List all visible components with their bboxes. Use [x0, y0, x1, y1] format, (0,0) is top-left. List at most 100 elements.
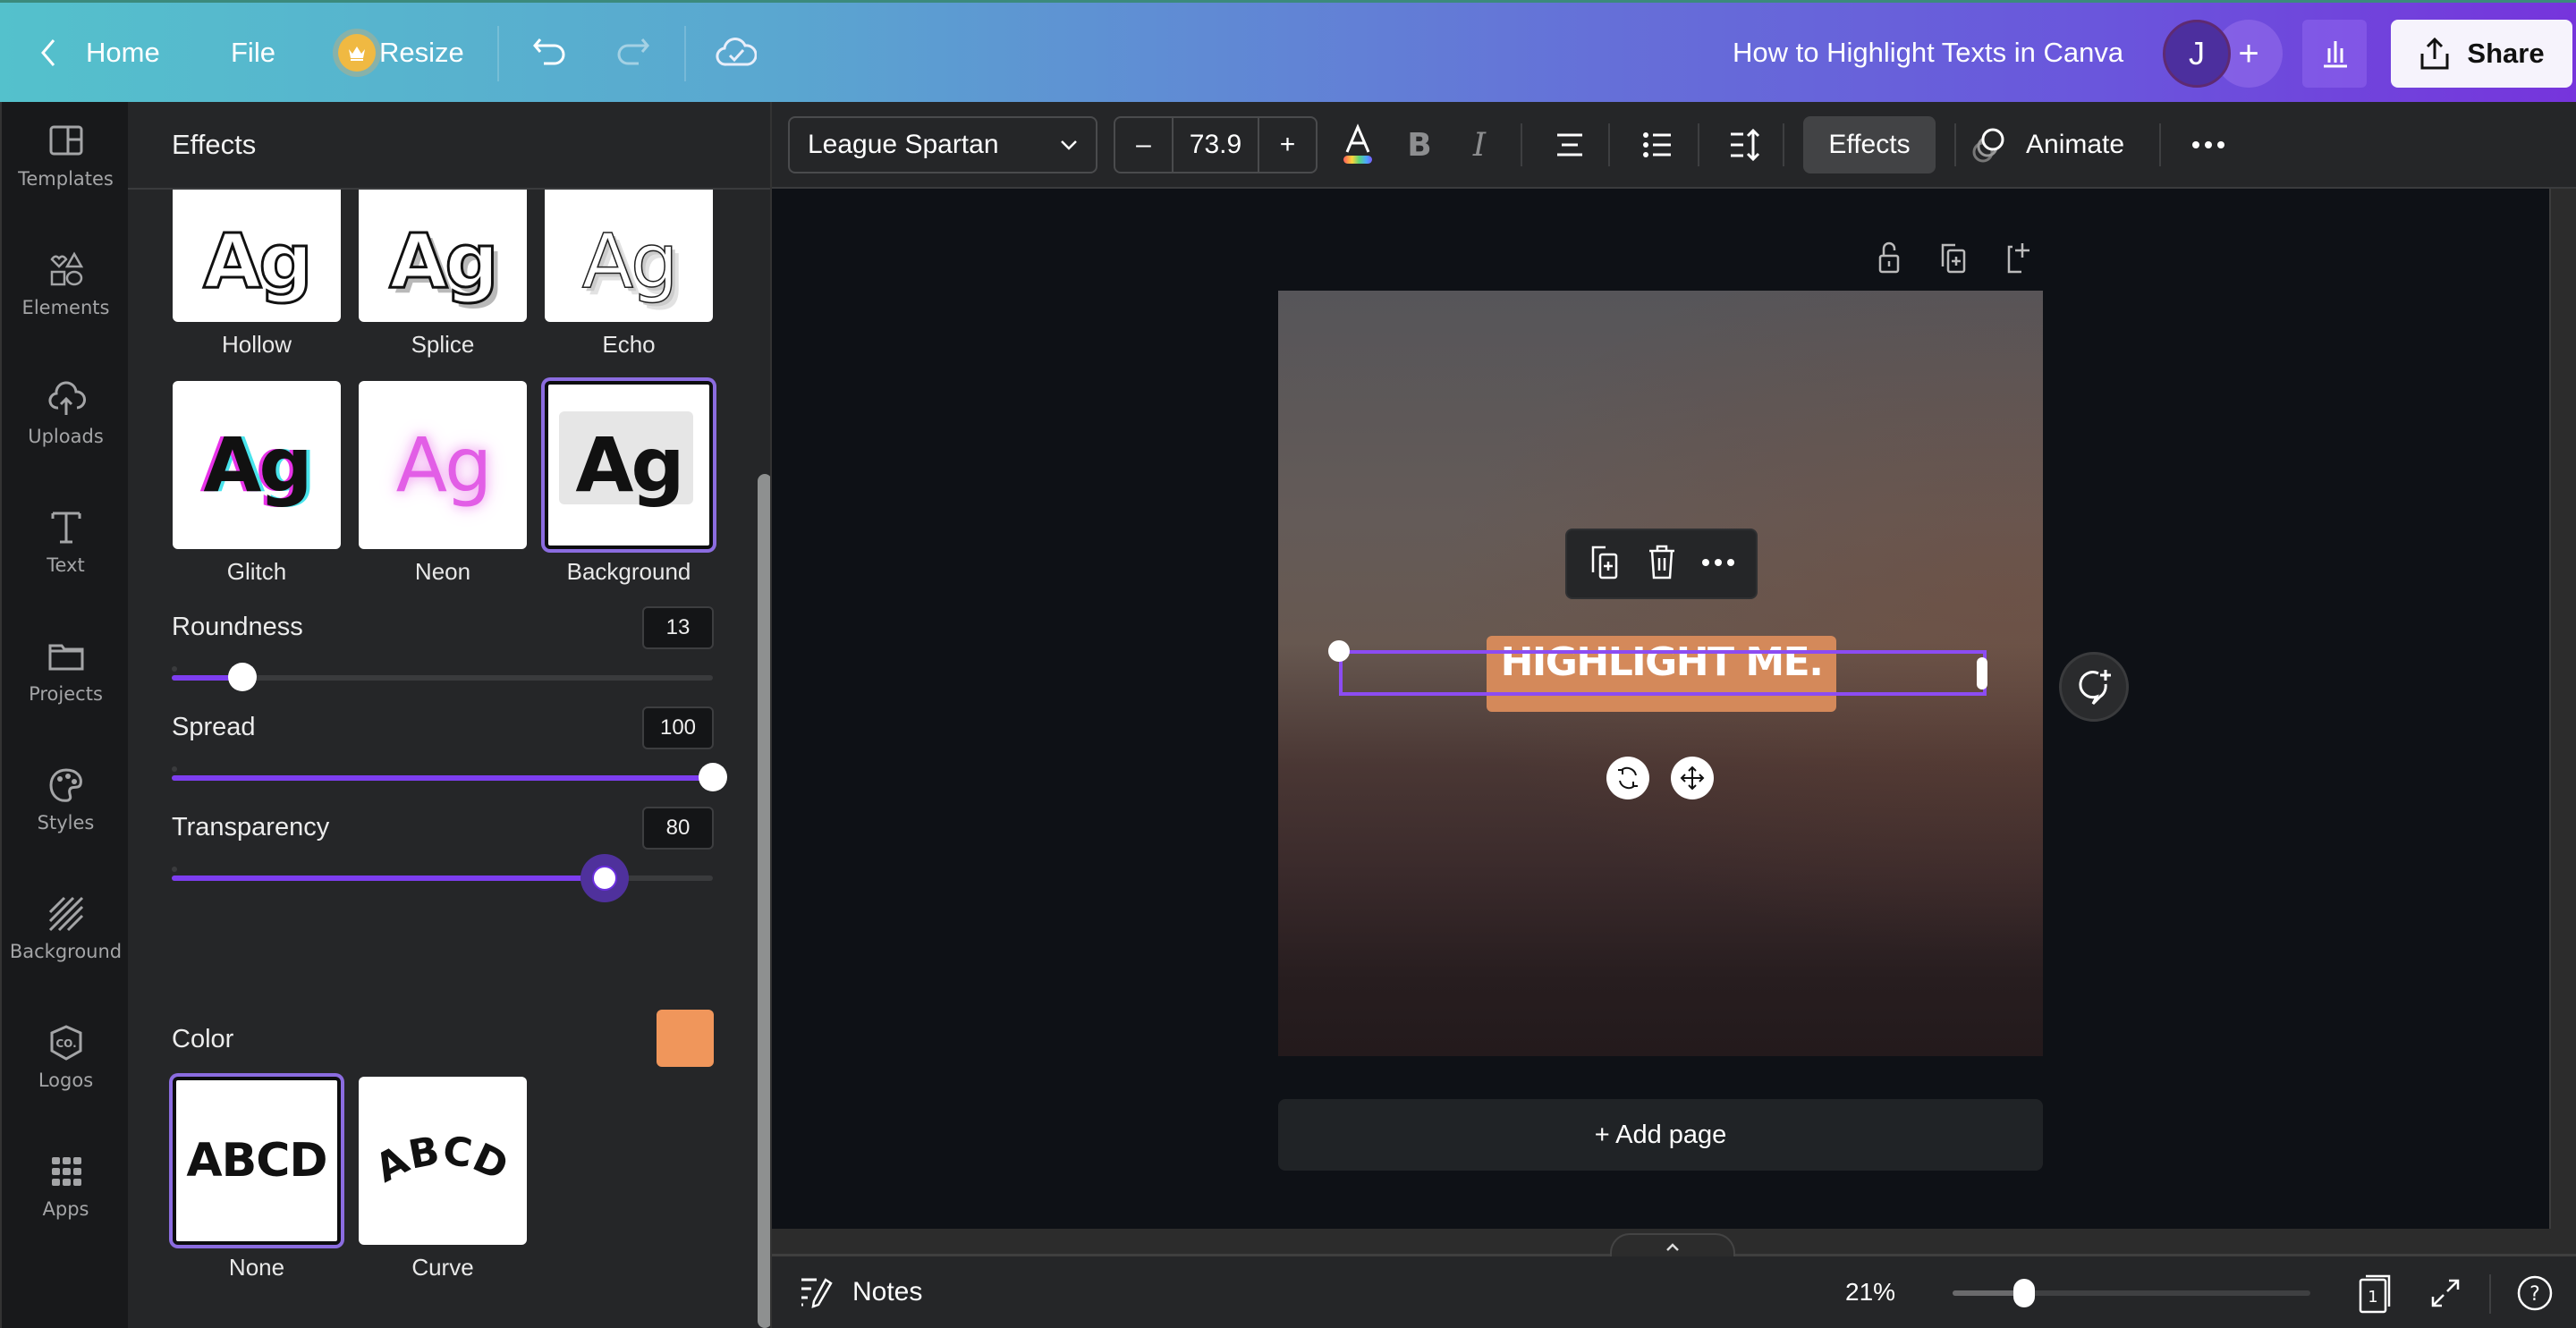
rail-item-apps[interactable]: Apps: [2, 1132, 130, 1239]
animate-button[interactable]: Animate: [1970, 116, 2124, 173]
apps-grid-icon: [51, 1157, 81, 1186]
rail-label: Logos: [38, 1070, 94, 1091]
slider-knob[interactable]: [592, 866, 617, 891]
increase-font-size-button[interactable]: +: [1259, 118, 1316, 172]
text-align-button[interactable]: [1548, 123, 1591, 166]
divider: [2489, 1274, 2491, 1314]
duplicate-page-button[interactable]: [1936, 240, 1971, 275]
more-element-options-button[interactable]: [1700, 556, 1736, 572]
rail-item-elements[interactable]: Elements: [2, 231, 130, 338]
save-status-button[interactable]: [716, 3, 757, 102]
rail-item-logos[interactable]: CO. Logos: [2, 1003, 130, 1111]
insights-button[interactable]: [2302, 20, 2367, 88]
effect-tile-echo[interactable]: Ag: [545, 173, 713, 322]
divider: [1608, 123, 1610, 166]
roundness-slider[interactable]: [172, 663, 713, 691]
effect-preview: Ag: [395, 421, 493, 509]
zoom-slider-knob[interactable]: [2013, 1279, 2035, 1307]
bold-button[interactable]: B: [1398, 123, 1441, 166]
animate-icon: [1972, 128, 2004, 163]
roundness-label: Roundness: [172, 613, 303, 641]
rail-item-styles[interactable]: Styles: [2, 746, 130, 853]
bulleted-list-icon: [1643, 132, 1671, 157]
top-bar: Home File Resize How to Highlight Texts …: [0, 0, 2576, 102]
highlight-color-swatch[interactable]: [657, 1010, 714, 1067]
fullscreen-button[interactable]: [2425, 1273, 2466, 1314]
add-page-top-button[interactable]: [2000, 240, 2036, 275]
resize-handle-corner[interactable]: [1328, 640, 1350, 662]
delete-element-button[interactable]: [1646, 542, 1678, 586]
document-title[interactable]: How to Highlight Texts in Canva: [1733, 3, 2123, 102]
unlock-icon: [1878, 241, 1900, 274]
align-center-icon: [1557, 133, 1582, 156]
rotate-icon: [1618, 766, 1638, 790]
shape-tile-none[interactable]: ABCD: [173, 1077, 341, 1245]
effect-tile-splice[interactable]: Ag: [359, 173, 527, 322]
effect-preview: Ag: [202, 216, 314, 307]
rail-item-text[interactable]: Text: [2, 488, 130, 596]
spread-value-input[interactable]: 100: [642, 706, 714, 749]
help-icon: ?: [2517, 1275, 2553, 1311]
effects-button[interactable]: Effects: [1803, 116, 1936, 173]
font-size-input[interactable]: 73.9: [1171, 118, 1260, 172]
duplicate-icon: [1941, 243, 1966, 274]
user-avatar[interactable]: J: [2163, 20, 2231, 88]
chevron-left-icon: [41, 38, 55, 66]
home-button[interactable]: Home: [38, 3, 160, 102]
italic-icon: I: [1472, 126, 1487, 164]
notes-button[interactable]: Notes: [799, 1256, 922, 1328]
file-menu-button[interactable]: File: [231, 3, 275, 102]
slider-origin-dot: [172, 867, 177, 872]
undo-button[interactable]: [531, 3, 569, 102]
italic-button[interactable]: I: [1458, 123, 1501, 166]
add-comment-button[interactable]: [2059, 652, 2129, 722]
list-button[interactable]: [1636, 123, 1679, 166]
rail-item-background[interactable]: Background: [2, 875, 130, 982]
rail-item-projects[interactable]: Projects: [2, 617, 130, 724]
transparency-value-input[interactable]: 80: [642, 807, 714, 850]
canvas-scrollbar[interactable]: [2549, 189, 2576, 1229]
decrease-font-size-button[interactable]: –: [1115, 118, 1172, 172]
rotate-button[interactable]: [1606, 757, 1649, 799]
help-button[interactable]: ?: [2514, 1273, 2555, 1314]
panel-header: Effects: [128, 102, 770, 190]
home-label: Home: [86, 36, 160, 68]
rail-item-uploads[interactable]: Uploads: [2, 359, 130, 467]
font-family-dropdown[interactable]: League Spartan: [788, 116, 1097, 173]
more-horizontal-icon: [1701, 558, 1734, 566]
roundness-value-input[interactable]: 13: [642, 606, 714, 649]
effect-tile-neon[interactable]: Ag: [359, 381, 527, 549]
share-button[interactable]: Share: [2391, 20, 2572, 88]
text-icon: [51, 512, 80, 544]
more-options-button[interactable]: [2187, 123, 2230, 166]
move-button[interactable]: [1671, 757, 1714, 799]
divider: [1698, 123, 1699, 166]
effect-tile-glitch[interactable]: Ag: [173, 381, 341, 549]
page-count-button[interactable]: 1: [2355, 1273, 2396, 1314]
slider-knob[interactable]: [227, 663, 257, 691]
effect-tile-background[interactable]: Ag: [545, 381, 713, 549]
rail-label: Text: [47, 554, 85, 576]
redo-button[interactable]: [614, 3, 651, 102]
spacing-button[interactable]: [1724, 123, 1767, 166]
effect-tile-hollow[interactable]: Ag: [173, 173, 341, 322]
duplicate-element-button[interactable]: [1588, 542, 1623, 586]
redo-icon: [617, 38, 649, 64]
move-arrows-icon: [1680, 766, 1705, 791]
rail-item-templates[interactable]: Templates: [2, 102, 130, 209]
resize-button[interactable]: Resize: [338, 3, 464, 102]
palette-icon: [48, 768, 82, 802]
zoom-slider[interactable]: [1953, 1279, 2310, 1307]
spread-slider[interactable]: [172, 763, 727, 791]
text-color-button[interactable]: [1336, 123, 1379, 166]
shape-tile-curve[interactable]: ABCD: [359, 1077, 527, 1245]
lock-page-button[interactable]: [1871, 240, 1907, 275]
more-horizontal-icon: [2192, 141, 2224, 148]
transparency-slider[interactable]: [172, 866, 713, 891]
resize-handle-side[interactable]: [1977, 657, 1987, 689]
panel-scrollbar[interactable]: [758, 474, 770, 1328]
selection-frame[interactable]: [1339, 650, 1987, 696]
zoom-level[interactable]: 21%: [1845, 1256, 1895, 1328]
add-page-button[interactable]: + Add page: [1278, 1099, 2043, 1171]
slider-knob[interactable]: [699, 763, 727, 791]
